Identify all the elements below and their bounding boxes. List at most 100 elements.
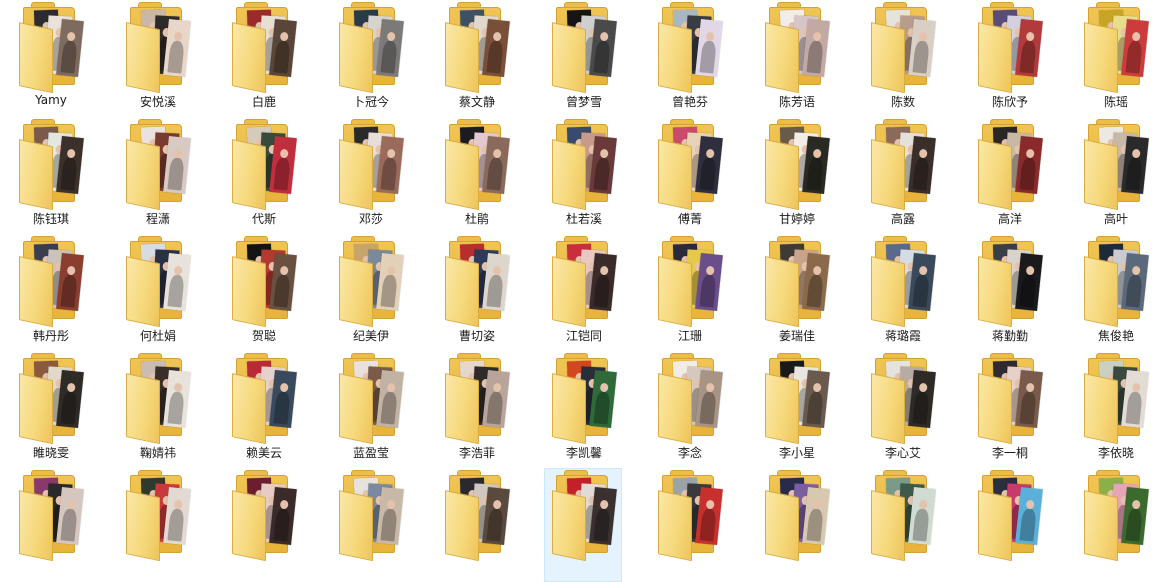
folder-name-label: 蔡文静 (458, 95, 495, 109)
photo-thumbnail (482, 487, 510, 545)
folder-icon (976, 119, 1044, 211)
folder-icon (124, 119, 192, 211)
folder-item[interactable]: 李一桐 (970, 351, 1048, 465)
folder-item[interactable] (757, 468, 835, 582)
folder-item[interactable]: 陈瑶 (1076, 0, 1154, 114)
folder-item[interactable]: 曾梦雪 (544, 0, 622, 114)
folder-item[interactable] (437, 468, 515, 582)
folder-icon (443, 119, 511, 211)
folder-item[interactable]: 卜冠今 (331, 0, 409, 114)
folder-item[interactable]: 蒋勤勤 (970, 234, 1048, 348)
folder-icon (1082, 236, 1150, 328)
folder-item[interactable]: 蓝盈莹 (331, 351, 409, 465)
folder-front-flap (339, 139, 373, 211)
folder-item[interactable] (863, 468, 941, 582)
folder-item[interactable]: 李小星 (757, 351, 835, 465)
photo-thumbnail (908, 487, 936, 545)
photo-thumbnail (376, 487, 404, 545)
folder-item[interactable] (11, 468, 89, 582)
folder-item[interactable]: 江铠同 (544, 234, 622, 348)
folder-name-label: 李心艾 (884, 446, 921, 460)
photo-thumbnail (163, 370, 191, 428)
folder-item[interactable]: 蔡文静 (437, 0, 515, 114)
folder-icon (869, 470, 937, 562)
folder-item[interactable]: 李依晓 (1076, 351, 1154, 465)
folder-name-label: 陈钰琪 (32, 212, 69, 226)
photo-thumbnail (269, 370, 297, 428)
photo-thumbnail (482, 370, 510, 428)
folder-icon (550, 353, 618, 445)
folder-item[interactable] (118, 468, 196, 582)
folder-item[interactable]: 贺聪 (224, 234, 302, 348)
folder-item[interactable]: 陈数 (863, 0, 941, 114)
folder-icon (869, 119, 937, 211)
folder-name-label: 曾梦雪 (565, 95, 602, 109)
photo-thumbnail (376, 136, 404, 194)
folder-item[interactable]: 高露 (863, 117, 941, 231)
folder-item[interactable] (650, 468, 728, 582)
photo-thumbnail (1015, 253, 1043, 311)
folder-name-label: Yamy (35, 93, 67, 107)
folder-name-label: 贺聪 (251, 329, 276, 343)
folder-item[interactable]: 杜若溪 (544, 117, 622, 231)
folder-icon (230, 2, 298, 94)
folder-front-flap (126, 256, 160, 328)
folder-item[interactable] (224, 468, 302, 582)
folder-front-flap (232, 373, 266, 445)
folder-item[interactable]: 高叶 (1076, 117, 1154, 231)
folder-item[interactable] (970, 468, 1048, 582)
folder-item[interactable]: 李浩菲 (437, 351, 515, 465)
folder-front-flap (126, 22, 160, 94)
photo-thumbnail (163, 19, 191, 77)
folder-item[interactable]: 江珊 (650, 234, 728, 348)
folder-front-flap (552, 139, 586, 211)
photo-thumbnail (695, 253, 723, 311)
folder-item[interactable]: 赖美云 (224, 351, 302, 465)
folder-name-label: 陈芳语 (778, 95, 815, 109)
folder-item[interactable]: 傅菁 (650, 117, 728, 231)
folder-item[interactable]: 程潇 (118, 117, 196, 231)
folder-item[interactable] (1076, 468, 1154, 582)
folder-name-label: 韩丹彤 (32, 329, 69, 343)
folder-item[interactable]: 纪美伊 (331, 234, 409, 348)
folder-item[interactable]: 姜瑞佳 (757, 234, 835, 348)
folder-item[interactable]: 杜鹃 (437, 117, 515, 231)
folder-item[interactable]: 陈欣予 (970, 0, 1048, 114)
folder-front-flap (765, 22, 799, 94)
folder-item[interactable]: 甘婷婷 (757, 117, 835, 231)
folder-item[interactable] (544, 468, 622, 582)
folder-icon (550, 470, 618, 562)
folder-item[interactable]: 李心艾 (863, 351, 941, 465)
folder-icon (443, 470, 511, 562)
folder-front-flap (658, 256, 692, 328)
folder-front-flap (126, 490, 160, 562)
folder-item[interactable]: 睢晓雯 (11, 351, 89, 465)
folder-item[interactable]: 代斯 (224, 117, 302, 231)
folder-item[interactable]: 鞠婧祎 (118, 351, 196, 465)
folder-item[interactable]: 曹切姿 (437, 234, 515, 348)
folder-item[interactable]: 曾艳芬 (650, 0, 728, 114)
folder-item[interactable]: 李念 (650, 351, 728, 465)
photo-thumbnail (695, 370, 723, 428)
folder-item[interactable]: 陈钰琪 (11, 117, 89, 231)
folder-icon (656, 2, 724, 94)
folder-front-flap (978, 256, 1012, 328)
folder-item[interactable] (331, 468, 409, 582)
folder-item[interactable]: Yamy (11, 0, 89, 114)
folder-item[interactable]: 何杜娟 (118, 234, 196, 348)
folder-item[interactable]: 李凯馨 (544, 351, 622, 465)
folder-item[interactable]: 白鹿 (224, 0, 302, 114)
folder-name-label: 代斯 (251, 212, 276, 226)
folder-item[interactable]: 邓莎 (331, 117, 409, 231)
folder-front-flap (339, 373, 373, 445)
folder-item[interactable]: 高洋 (970, 117, 1048, 231)
folder-item[interactable]: 焦俊艳 (1076, 234, 1154, 348)
folder-item[interactable]: 蒋璐霞 (863, 234, 941, 348)
folder-name-label: 白鹿 (251, 95, 276, 109)
folder-icon (337, 2, 405, 94)
folder-item[interactable]: 陈芳语 (757, 0, 835, 114)
folder-item[interactable]: 韩丹彤 (11, 234, 89, 348)
folder-front-flap (871, 490, 905, 562)
folder-item[interactable]: 安悦溪 (118, 0, 196, 114)
folder-name-label: 睢晓雯 (32, 446, 69, 460)
